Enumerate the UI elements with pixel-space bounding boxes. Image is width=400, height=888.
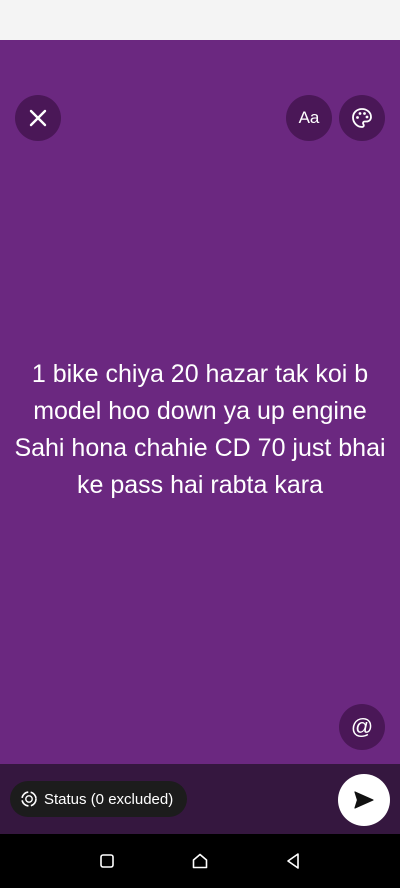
send-button[interactable] [338,774,390,826]
send-icon [354,791,374,809]
close-icon [29,109,47,127]
audience-label: Status (0 excluded) [44,790,174,808]
status-composer-canvas[interactable]: Aa 1 bike chiya 20 hazar tak koi b model… [0,40,400,764]
font-button-label: Aa [298,108,320,127]
status-text[interactable]: 1 bike chiya 20 hazar tak koi b model ho… [12,356,388,504]
font-button[interactable]: Aa [286,95,332,141]
home-button[interactable] [180,841,220,881]
home-icon [192,853,208,869]
background-color-button[interactable] [339,95,385,141]
audience-selector[interactable]: Status (0 excluded) [10,781,188,817]
system-navigation-bar [0,834,400,888]
close-button[interactable] [15,95,61,141]
mention-button-label: @ [350,714,374,739]
mention-button[interactable]: @ [339,704,385,750]
recents-button[interactable] [87,841,127,881]
status-footer: Status (0 excluded) [0,764,400,834]
back-button[interactable] [273,841,313,881]
back-icon [287,853,300,869]
system-status-bar [0,0,400,40]
status-ring-icon [21,791,37,807]
palette-icon [352,108,372,128]
recents-icon [99,854,114,868]
